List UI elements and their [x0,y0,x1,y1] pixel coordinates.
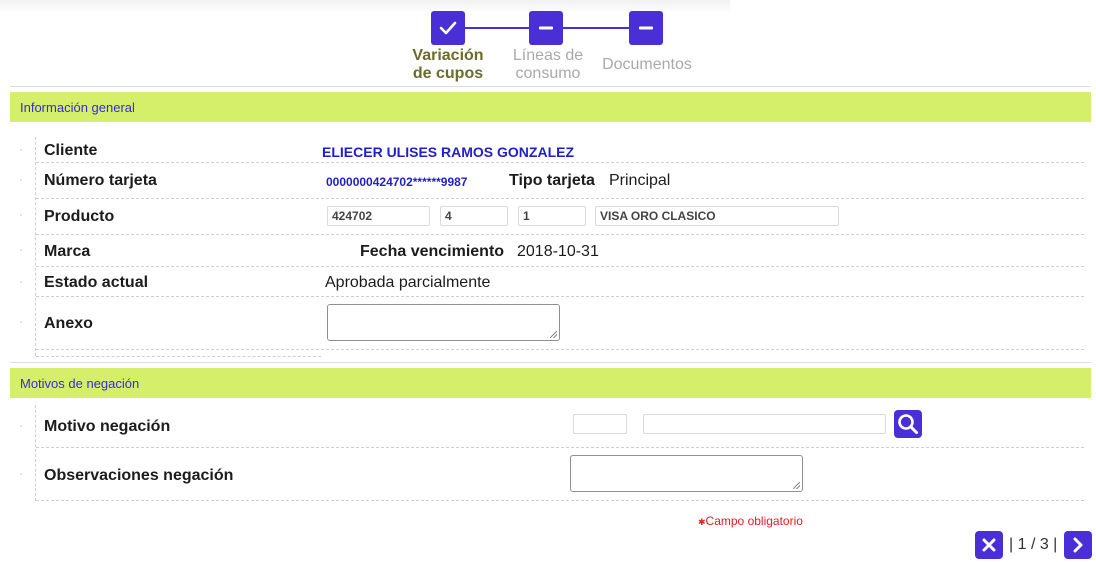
observaciones-label: Observaciones negación [44,467,234,484]
observaciones-textarea[interactable] [570,455,803,492]
row-divider [36,500,1084,501]
row-divider [36,266,1084,267]
step-3-label-line1: Documentos [602,56,692,73]
step-connector [563,27,629,29]
next-page-button[interactable] [1064,531,1092,559]
anexo-label: Anexo [44,315,93,332]
row-marker [20,179,22,181]
search-icon [898,414,918,434]
form-left-border [35,137,36,356]
tipo-tarjeta-value: Principal [609,172,671,189]
chevron-right-icon [1073,537,1083,553]
step-2-label-line2: consumo [515,65,581,82]
resize-grip[interactable] [550,331,557,338]
motivo-code-input[interactable] [573,414,627,434]
row-marker [20,214,22,216]
check-icon [439,21,457,35]
resize-grip[interactable] [793,482,800,489]
estado-actual-label: Estado actual [44,274,149,291]
form-left-border [35,405,36,501]
producto-type-field: 4 [440,206,508,226]
section-header-info-general: Información general [10,92,1091,122]
producto-label: Producto [44,208,115,225]
estado-actual-value: Aprobada parcialmente [325,274,491,291]
step-1-marker[interactable] [431,11,465,45]
row-marker [20,249,22,251]
motivo-description-input[interactable] [643,414,886,434]
tipo-tarjeta-label: Tipo tarjeta [509,172,595,189]
row-marker [20,321,22,323]
numero-tarjeta-label: Número tarjeta [44,172,157,189]
step-2-label-line1: Líneas de [512,47,584,64]
anexo-textarea[interactable] [327,304,560,341]
producto-subtype-field: 1 [518,206,586,226]
step-1-label[interactable]: Variación de cupos [398,47,498,83]
step-2-marker[interactable] [529,11,563,45]
required-note: ✱Campo obligatorio [698,514,803,528]
row-divider [36,296,1084,297]
row-marker [20,425,22,427]
row-divider [36,198,1084,199]
top-shadow [0,0,730,14]
step-3-label[interactable]: Documentos [592,56,702,74]
row-marker [20,473,22,475]
step-1-label-line1: Variación [412,47,484,64]
close-button[interactable] [975,531,1003,559]
row-divider [36,447,1084,448]
row-divider [36,162,1084,163]
minus-icon [639,26,653,30]
motivo-negacion-label: Motivo negación [44,418,171,435]
fecha-vencimiento-label: Fecha vencimiento [360,243,505,260]
step-connector [465,27,529,29]
minus-icon [539,26,553,30]
section-title: Motivos de negación [20,376,140,391]
section-header-motivos: Motivos de negación [10,368,1091,398]
producto-code-field: 424702 [327,206,430,226]
row-marker [20,149,22,151]
marca-label: Marca [44,243,91,260]
required-asterisk-icon: ✱ [698,517,706,527]
step-2-label[interactable]: Líneas de consumo [498,47,598,83]
numero-tarjeta-value: 0000000424702******9987 [326,175,468,189]
row-divider [36,349,1084,350]
cliente-value: ELIECER ULISES RAMOS GONZALEZ [322,144,575,160]
fecha-vencimiento-value: 2018-10-31 [517,243,599,260]
section-divider [10,86,1091,87]
step-1-label-line2: de cupos [412,65,484,82]
required-note-text: Campo obligatorio [705,514,803,528]
producto-description-field: VISA ORO CLASICO [595,206,839,226]
section-divider [10,362,1091,363]
page-indicator: | 1 / 3 | [1009,536,1058,553]
step-3-marker[interactable] [629,11,663,45]
close-icon [982,538,996,552]
section-title: Información general [20,100,135,115]
row-divider [36,356,321,357]
row-divider [36,234,1084,235]
row-marker [20,281,22,283]
search-motivo-button[interactable] [894,410,922,438]
cliente-label: Cliente [44,142,98,159]
